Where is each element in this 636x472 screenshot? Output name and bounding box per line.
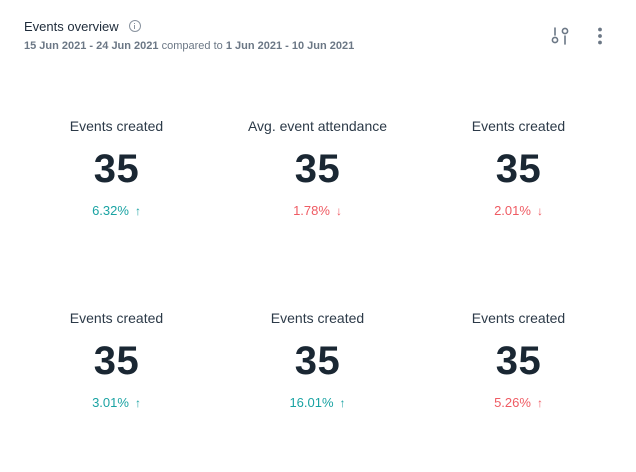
metric-tile: Events created 35 2.01% ↓: [418, 96, 619, 220]
metric-change: 2.01% ↓: [418, 202, 619, 220]
metric-value: 35: [495, 147, 542, 191]
change-percent: 5.26%: [494, 395, 531, 410]
card-title: Events overview: [24, 18, 119, 34]
change-percent: 2.01%: [494, 203, 531, 218]
arrow-up-icon: ↑: [134, 204, 141, 218]
previous-date-range: 1 Jun 2021 - 10 Jun 2021: [225, 40, 355, 52]
metric-tile: Events created 35 16.01% ↑: [217, 288, 418, 412]
more-button[interactable]: [588, 24, 612, 48]
metric-value: 35: [93, 147, 140, 191]
title-row: Events overview: [24, 16, 354, 36]
change-percent: 16.01%: [289, 395, 334, 410]
metric-tile: Avg. event attendance 35 1.78% ↓: [217, 96, 418, 220]
arrow-up-icon: ↑: [536, 396, 543, 410]
metric-tile: Events created 35 6.32% ↑: [16, 96, 217, 220]
metric-tile: Events created 35 5.26% ↑: [418, 288, 619, 412]
change-percent: 6.32%: [92, 203, 129, 218]
more-vertical-icon: [598, 27, 602, 45]
metric-value: 35: [294, 147, 341, 191]
metric-label: Events created: [471, 310, 566, 326]
metric-change: 16.01% ↑: [217, 394, 418, 412]
current-date-range: 15 Jun 2021 - 24 Jun 2021: [24, 40, 159, 52]
metric-label: Events created: [471, 118, 566, 134]
metric-value: 35: [294, 339, 341, 383]
metric-label: Events created: [270, 310, 365, 326]
metric-tile: Events created 35 3.01% ↑: [16, 288, 217, 412]
metric-change: 6.32% ↑: [16, 202, 217, 220]
metric-label: Events created: [69, 310, 164, 326]
metric-change: 3.01% ↑: [16, 394, 217, 412]
filter-button[interactable]: [548, 24, 572, 48]
change-percent: 1.78%: [293, 203, 330, 218]
metric-value: 35: [93, 339, 140, 383]
compared-to-text: compared to: [161, 40, 223, 52]
sliders-icon: [551, 27, 569, 45]
metric-label: Avg. event attendance: [247, 118, 388, 134]
metric-value: 35: [495, 339, 542, 383]
card-header: Events overview 15 Jun 2021 - 24 Jun 202…: [24, 16, 354, 53]
events-overview-card: Events overview 15 Jun 2021 - 24 Jun 202…: [0, 0, 636, 472]
arrow-down-icon: ↓: [335, 204, 342, 218]
arrow-up-icon: ↑: [339, 396, 346, 410]
metric-change: 5.26% ↑: [418, 394, 619, 412]
change-percent: 3.01%: [92, 395, 129, 410]
info-icon[interactable]: [128, 20, 141, 32]
header-actions: [548, 24, 612, 48]
date-range: 15 Jun 2021 - 24 Jun 2021 compared to 1 …: [24, 40, 354, 52]
metric-label: Events created: [69, 118, 164, 134]
metric-change: 1.78% ↓: [217, 202, 418, 220]
arrow-down-icon: ↓: [536, 204, 543, 218]
arrow-up-icon: ↑: [134, 396, 141, 410]
